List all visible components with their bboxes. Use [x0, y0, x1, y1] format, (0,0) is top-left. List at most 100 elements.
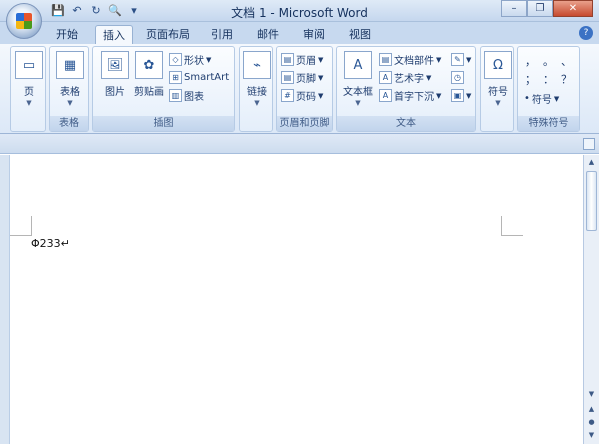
page-number-label: 页码: [296, 92, 316, 103]
quickparts-label: 文档部件: [394, 56, 434, 67]
page-button[interactable]: ▭ 页 ▼: [11, 51, 47, 107]
group-tables: ▦ 表格 ▼ 表格: [49, 46, 89, 132]
clipart-button[interactable]: ✿ 剪贴画: [131, 51, 167, 98]
office-button[interactable]: [6, 3, 42, 39]
group-label-tables: 表格: [50, 116, 88, 131]
document-page[interactable]: [9, 155, 580, 444]
chevron-down-icon: ▼: [355, 99, 361, 107]
tab-page-layout[interactable]: 页面布局: [142, 25, 194, 44]
table-label: 表格: [60, 87, 80, 98]
signature-line-button[interactable]: ✎ ▼: [451, 51, 471, 68]
clipart-label: 剪贴画: [134, 87, 164, 98]
wordart-label: 艺术字: [394, 74, 424, 85]
tab-home[interactable]: 开始: [50, 25, 84, 44]
textbox-button[interactable]: A 文本框 ▼: [340, 51, 376, 107]
picture-button[interactable]: 🖼 图片: [97, 51, 133, 98]
next-page-icon[interactable]: ▼: [586, 430, 597, 441]
chart-icon: ▥: [169, 89, 182, 102]
scroll-up-icon[interactable]: ▲: [586, 157, 597, 168]
group-header-footer: ▤ 页眉 ▼ ▤ 页脚 ▼ # 页码 ▼ 页眉和页脚: [276, 46, 333, 132]
tab-view[interactable]: 视图: [342, 25, 378, 44]
scroll-thumb[interactable]: [586, 171, 597, 231]
chevron-down-icon: ▼: [553, 94, 560, 103]
wordart-button[interactable]: A 艺术字 ▼: [379, 69, 431, 86]
chevron-down-icon: ▼: [426, 73, 432, 82]
special-symbol[interactable]: 。: [543, 53, 554, 69]
ribbon-tabs: 开始 插入 页面布局 引用 邮件 审阅 视图 ?: [0, 22, 599, 44]
group-symbols: Ω 符号 ▼: [480, 46, 514, 132]
smartart-label: SmartArt: [184, 72, 230, 83]
group-label-text: 文本: [337, 116, 475, 131]
footer-icon: ▤: [281, 71, 294, 84]
header-button[interactable]: ▤ 页眉 ▼: [281, 51, 323, 68]
link-button[interactable]: ⌁ 链接 ▼: [239, 51, 275, 107]
chart-button[interactable]: ▥ 图表: [169, 87, 204, 104]
page-number-button[interactable]: # 页码 ▼: [281, 87, 323, 104]
document-text[interactable]: Φ233↵: [31, 237, 70, 250]
shapes-icon: ◇: [169, 53, 182, 66]
textbox-icon: A: [344, 51, 372, 79]
link-icon: ⌁: [243, 51, 271, 79]
clipart-icon: ✿: [135, 51, 163, 79]
dropcap-button[interactable]: A 首字下沉 ▼: [379, 87, 441, 104]
tab-insert[interactable]: 插入: [95, 25, 133, 44]
tab-review[interactable]: 审阅: [296, 25, 332, 44]
bullet-icon: •: [524, 93, 530, 104]
special-symbol[interactable]: 、: [561, 53, 572, 69]
object-button[interactable]: ▣ ▼: [451, 87, 471, 104]
chevron-down-icon: ▼: [436, 91, 442, 100]
previous-page-icon[interactable]: ▲: [586, 404, 597, 415]
chevron-down-icon: ▼: [254, 99, 260, 107]
object-icon: ▣: [451, 89, 464, 102]
header-icon: ▤: [281, 53, 294, 66]
page-icon: ▭: [15, 51, 43, 79]
footer-label: 页脚: [296, 74, 316, 85]
view-ruler-icon[interactable]: [583, 138, 595, 150]
page-number-icon: #: [281, 89, 294, 102]
special-symbol-dropdown[interactable]: • 符号 ▼: [524, 90, 559, 107]
chevron-down-icon: ▼: [466, 91, 472, 100]
page-label: 页: [24, 87, 34, 98]
minimize-button[interactable]: –: [501, 0, 527, 17]
quickparts-button[interactable]: ▤ 文档部件 ▼: [379, 51, 441, 68]
smartart-button[interactable]: ⊞ SmartArt: [169, 69, 229, 86]
chevron-down-icon: ▼: [67, 99, 73, 107]
browse-object-icon[interactable]: ●: [586, 417, 597, 428]
symbol-button[interactable]: Ω 符号 ▼: [480, 51, 516, 107]
chevron-down-icon: ▼: [318, 55, 324, 64]
chevron-down-icon: ▼: [495, 99, 501, 107]
help-icon[interactable]: ?: [579, 26, 593, 40]
picture-icon: 🖼: [101, 51, 129, 79]
datetime-icon: ◷: [451, 71, 464, 84]
close-button[interactable]: ✕: [553, 0, 593, 17]
link-label: 链接: [247, 87, 267, 98]
title-bar: 💾 ↶ ↻ 🔍 ▾ 文档 1 - Microsoft Word – ❐ ✕: [0, 0, 599, 22]
ruler-bar: [0, 134, 599, 154]
group-label-special-symbols: 特殊符号: [518, 116, 579, 131]
scroll-down-icon[interactable]: ▼: [586, 389, 597, 400]
group-text: A 文本框 ▼ ▤ 文档部件 ▼ A 艺术字 ▼ A 首字下沉 ▼ ✎ ▼ ◷ …: [336, 46, 476, 132]
table-button[interactable]: ▦ 表格 ▼: [52, 51, 88, 107]
vertical-scrollbar[interactable]: ▲ ▼ ▲ ● ▼: [583, 155, 599, 444]
table-icon: ▦: [56, 51, 84, 79]
tab-mailings[interactable]: 邮件: [250, 25, 286, 44]
shapes-label: 形状: [184, 56, 204, 67]
shapes-button[interactable]: ◇ 形状 ▼: [169, 51, 211, 68]
chart-label: 图表: [184, 92, 204, 103]
special-symbol[interactable]: ：: [543, 71, 554, 87]
tab-references[interactable]: 引用: [204, 25, 240, 44]
special-symbol[interactable]: ；: [525, 71, 536, 87]
special-symbol[interactable]: ，: [525, 53, 536, 69]
maximize-button[interactable]: ❐: [527, 0, 553, 17]
signature-line-icon: ✎: [451, 53, 464, 66]
datetime-button[interactable]: ◷: [451, 69, 464, 86]
smartart-icon: ⊞: [169, 71, 182, 84]
special-symbol[interactable]: ？: [561, 71, 572, 87]
chevron-down-icon: ▼: [26, 99, 32, 107]
footer-button[interactable]: ▤ 页脚 ▼: [281, 69, 323, 86]
chevron-down-icon: ▼: [206, 55, 212, 64]
omega-icon: Ω: [484, 51, 512, 79]
chevron-down-icon: ▼: [318, 73, 324, 82]
header-label: 页眉: [296, 56, 316, 67]
textbox-label: 文本框: [343, 87, 373, 98]
